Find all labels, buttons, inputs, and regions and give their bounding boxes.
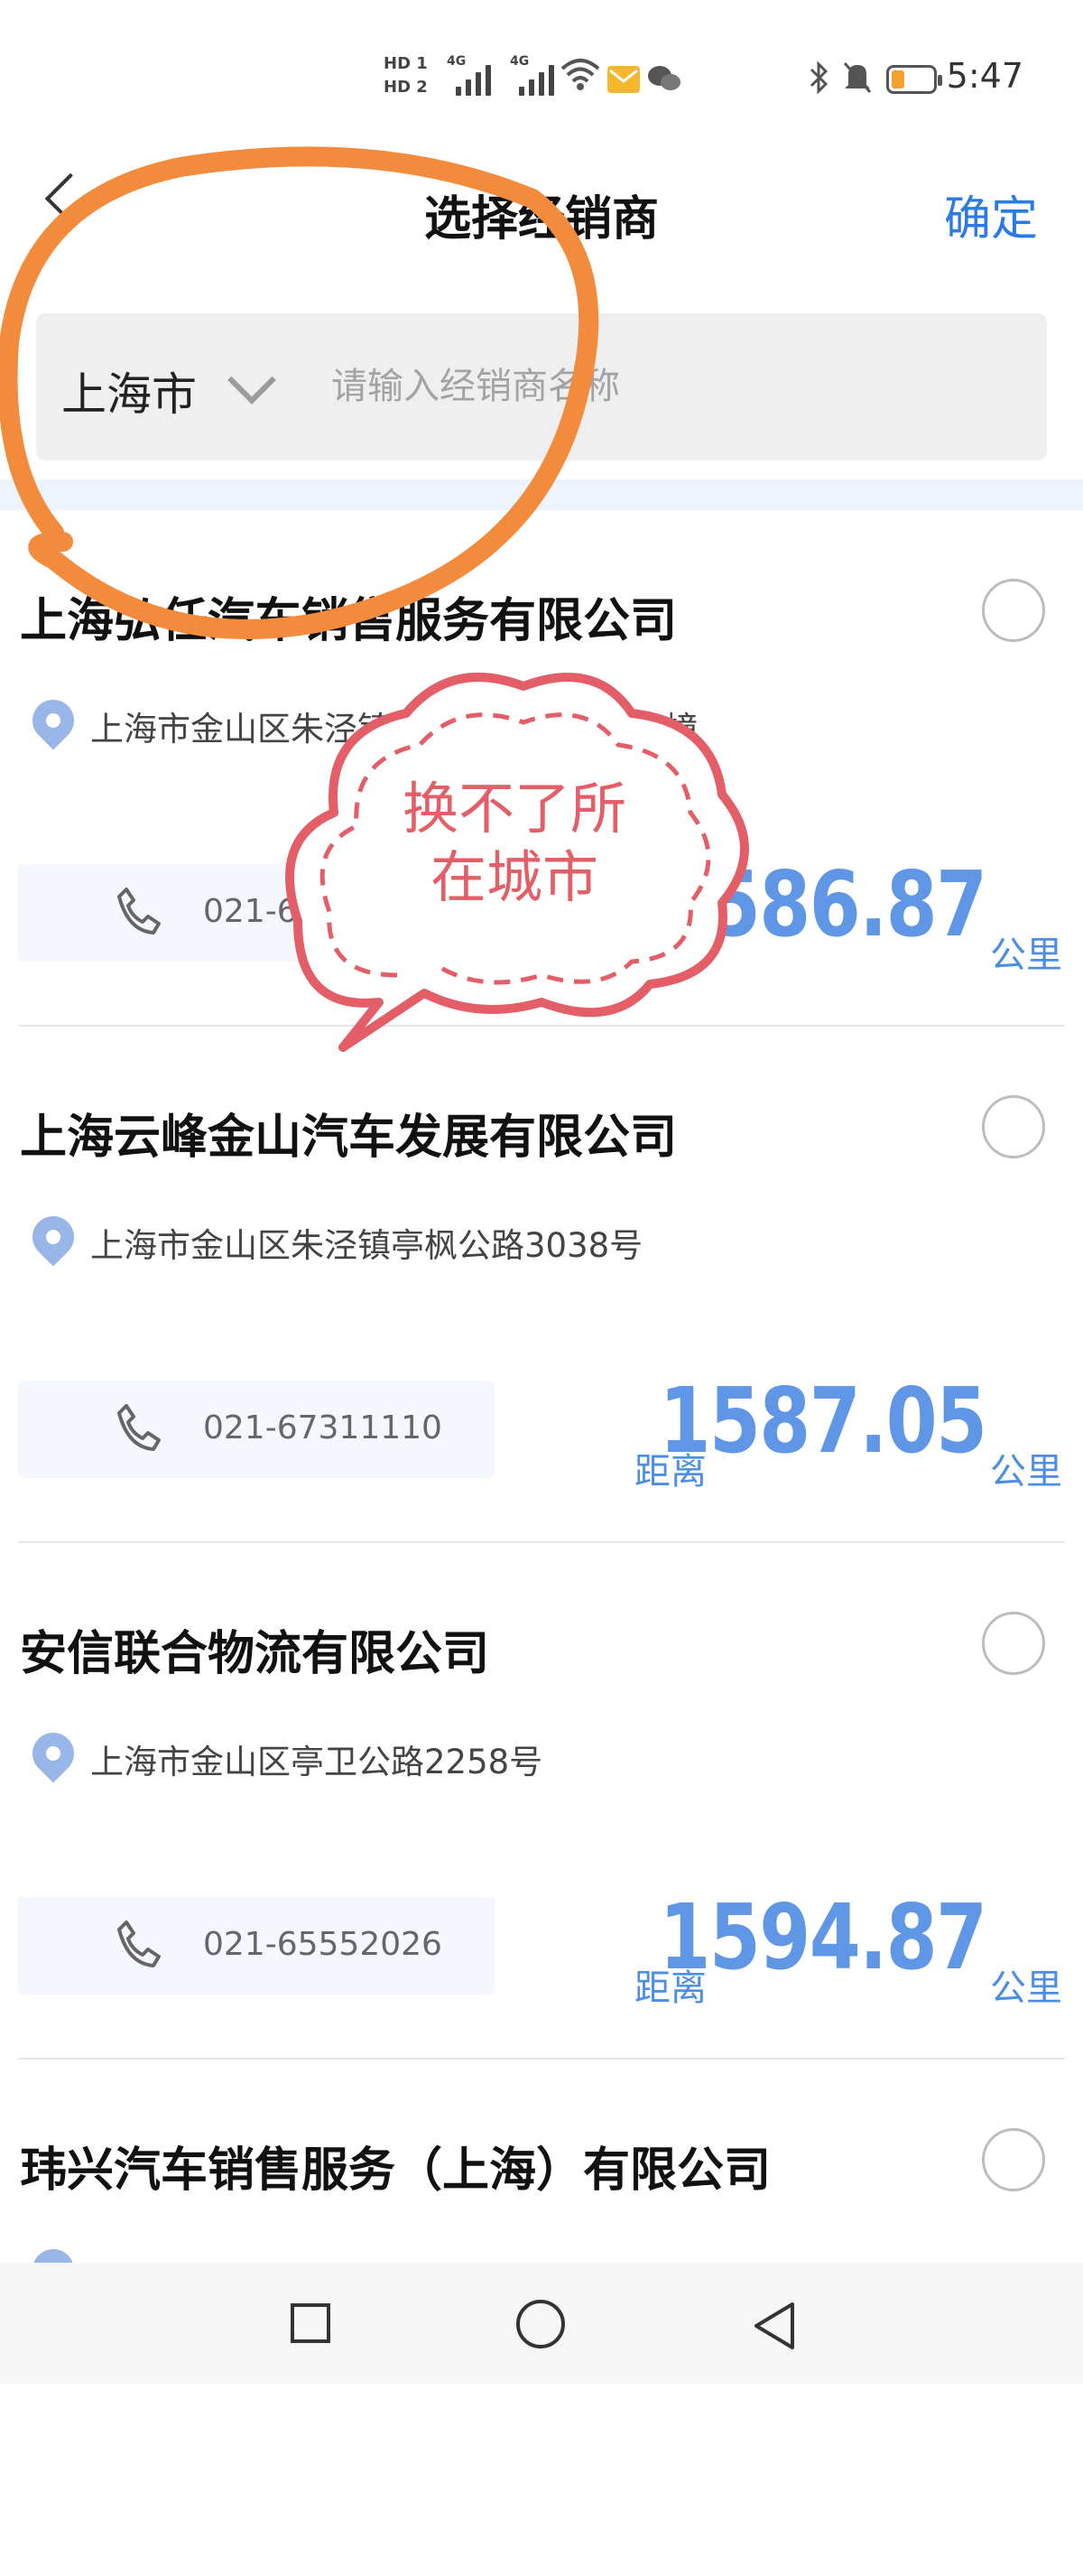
distance-unit: 公里 [990,1967,1062,2009]
page-title: 选择经销商 [423,192,659,246]
dealer-name: 玮兴汽车销售服务（上海）有限公司 [20,2144,772,2198]
annotation-line-1: 换不了所 [402,776,626,842]
annotation-text: 换不了所 在城市 [334,775,695,912]
phone-icon [117,888,161,935]
distance-unit: 公里 [990,935,1062,976]
recent-apps-button[interactable] [291,2303,330,2343]
clock: 5:47 [946,56,1023,96]
bluetooth-icon [810,60,828,95]
select-radio[interactable] [982,1095,1045,1158]
phone-icon [117,1920,161,1967]
select-radio[interactable] [982,2128,1045,2191]
phone-icon [117,1404,161,1451]
select-radio[interactable] [982,579,1045,642]
back-button[interactable] [747,2299,801,2353]
battery-icon [886,65,942,94]
separator-band [0,479,1083,510]
chevron-down-icon[interactable] [227,356,276,405]
phone-button[interactable]: 021-67311110 [18,1381,495,1478]
distance-value: 1587.05 [658,1368,987,1474]
dealer-name: 上海云峰金山汽车发展有限公司 [20,1111,678,1165]
hd1-label: HD 1 [384,54,428,73]
dealer-address: 上海市金山区亭卫公路2258号 [90,1743,543,1781]
status-bar: HD 1 HD 2 4G 4G 5:47 [0,0,1083,153]
distance-value: 1594.87 [658,1884,987,1990]
navigation-bar [0,2263,1083,2384]
hd2-label: HD 2 [384,78,428,97]
home-button[interactable] [516,2300,565,2348]
mute-icon [843,62,872,93]
dealer-name: 安信联合物流有限公司 [20,1627,490,1681]
phone-number: 021-67311110 [203,1409,442,1446]
phone-number: 021-65552026 [203,1926,442,1963]
dealer-item[interactable]: 安信联合物流有限公司 上海市金山区亭卫公路2258号 021-65552026 … [0,1543,1083,2060]
dealer-address: 上海市金山区朱泾镇亭枫公路3038号 [90,1226,643,1265]
distance-value: 1586.87 [658,851,987,957]
wechat-icon [648,66,680,90]
dealer-name: 上海弘任汽车销售服务有限公司 [20,594,678,648]
mail-icon [607,66,640,93]
wifi-icon [560,59,600,90]
dealer-item[interactable]: 上海云峰金山汽车发展有限公司 上海市金山区朱泾镇亭枫公路3038号 021-67… [0,1027,1083,1543]
select-radio[interactable] [982,1612,1045,1675]
net2-label: 4G [510,54,530,69]
signal-icon: 4G [447,54,491,96]
location-pin-icon [23,1207,83,1267]
dealer-search-input[interactable] [329,349,1019,423]
phone-button[interactable]: 021-65552026 [18,1897,495,1995]
signal-icon: 4G [510,54,554,96]
net1-label: 4G [447,54,467,69]
location-pin-icon [23,1724,83,1783]
distance-unit: 公里 [990,1451,1062,1493]
search-bar: 上海市 [36,313,1047,460]
confirm-button[interactable]: 确定 [944,181,1038,248]
city-selector[interactable]: 上海市 [61,358,197,423]
location-pin-icon [23,691,83,750]
annotation-line-2: 在城市 [430,844,598,910]
dealer-item[interactable]: 上海弘任汽车销售服务有限公司 上海市金山区朱泾镇亭枫公路3038号3幢 021-… [0,510,1083,1027]
hd-indicator: HD 1 HD 2 [384,52,428,99]
dealer-address: 上海市金山区朱泾镇亭枫公路3038号3幢 [90,710,698,749]
